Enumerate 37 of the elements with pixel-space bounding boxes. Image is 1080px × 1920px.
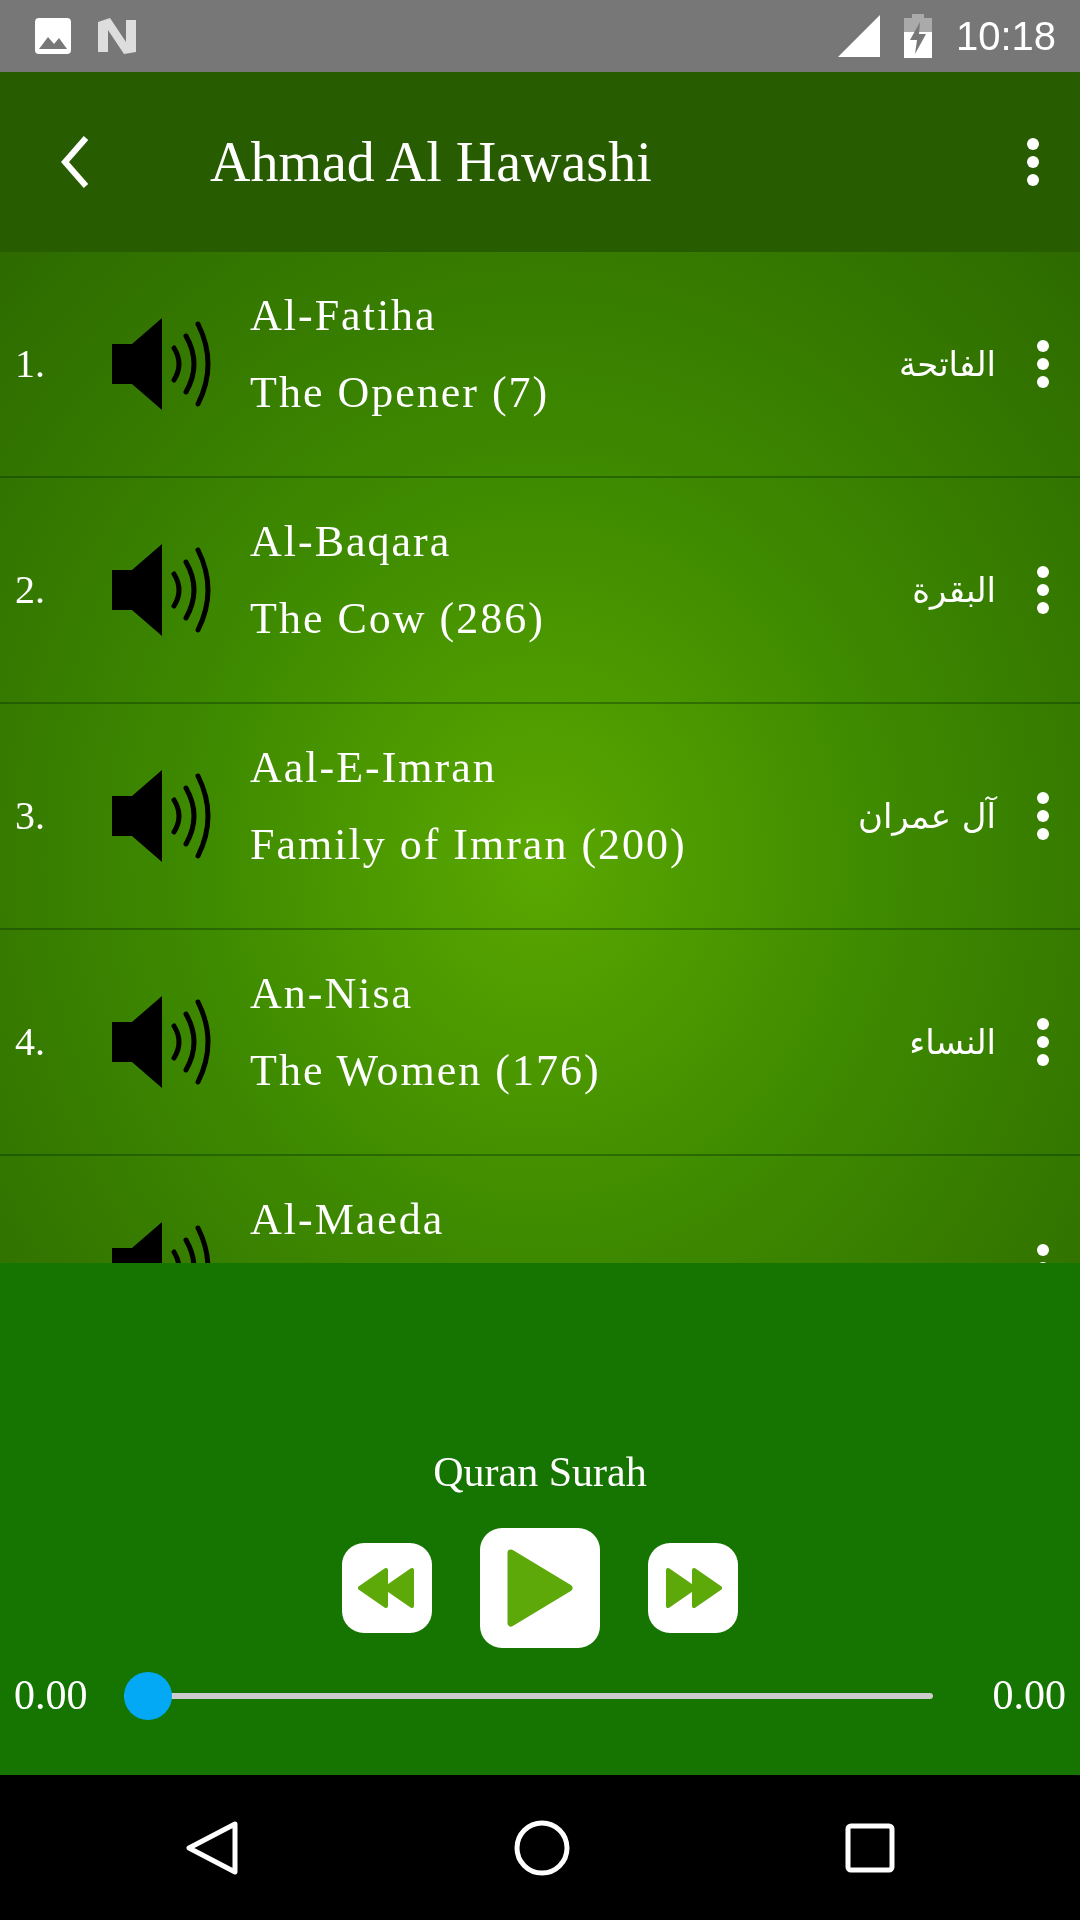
arabic-name: الفاتحة [899, 342, 996, 386]
surah-number: 1. [15, 341, 45, 386]
arabic-name: البقرة [912, 568, 996, 612]
fast-forward-button[interactable] [648, 1543, 738, 1633]
home-icon[interactable] [513, 1818, 571, 1877]
surah-subtitle: The Cow (286) [250, 592, 546, 645]
play-button[interactable] [480, 1528, 600, 1648]
seek-slider[interactable] [123, 1671, 933, 1720]
surah-subtitle: The Women (176) [250, 1044, 602, 1097]
image-icon [34, 17, 72, 55]
recents-icon[interactable] [845, 1822, 895, 1873]
rewind-button[interactable] [342, 1543, 432, 1633]
arabic-name: آل عمران [857, 794, 996, 838]
surah-title: Al-Baqara [250, 516, 453, 568]
surah-title: An-Nisa [250, 968, 415, 1020]
surah-subtitle: Family of Imran (200) [250, 818, 688, 871]
total-time: 0.00 [992, 1671, 1066, 1720]
back-icon[interactable] [60, 134, 90, 190]
elapsed-time: 0.00 [14, 1671, 88, 1720]
surah-number: 3. [15, 793, 45, 838]
surah-number: 2. [15, 567, 45, 612]
back-nav-icon[interactable] [185, 1819, 239, 1876]
rewind-icon [358, 1567, 416, 1609]
surah-title: Aal-E-Imran [250, 742, 498, 794]
signal-icon [837, 15, 880, 57]
toolbar-title: Ahmad Al Hawashi [210, 130, 652, 195]
surah-subtitle: The Opener (7) [250, 366, 551, 419]
surah-title: Al-Maeda [250, 1194, 446, 1246]
clock: 10:18 [955, 13, 1056, 60]
surah-title: Al-Fatiha [250, 290, 438, 342]
surah-number: 4. [15, 1019, 45, 1064]
fast-forward-icon [664, 1567, 722, 1609]
play-icon [507, 1549, 573, 1627]
battery-charging-icon [903, 14, 932, 58]
player-title: Quran Surah [433, 1448, 647, 1497]
notification-icon [96, 16, 138, 56]
arabic-name: النساء [909, 1020, 996, 1064]
